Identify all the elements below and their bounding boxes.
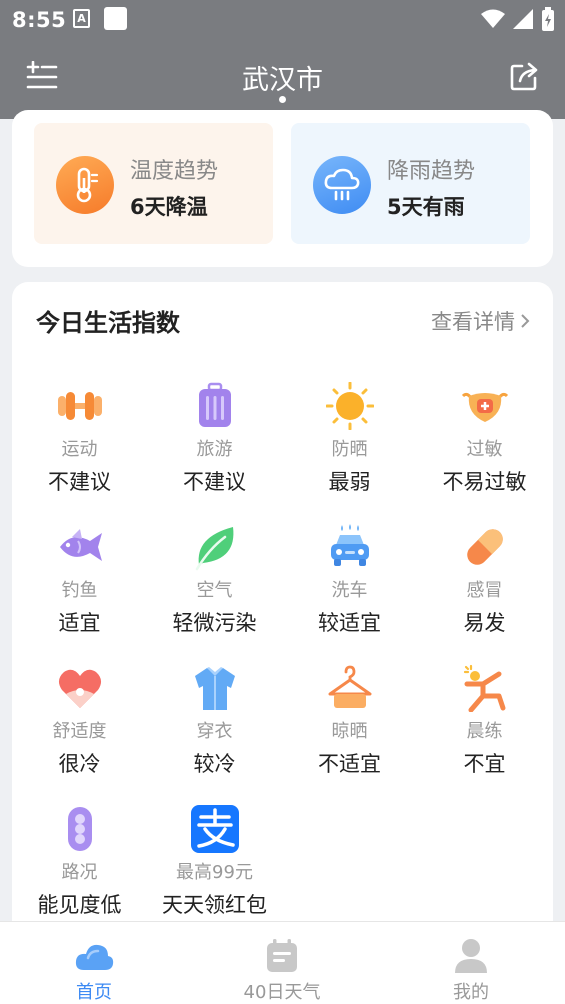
life-item-label: 舒适度 [52,721,107,742]
battery-icon [542,7,554,31]
life-item-value: 不易过敏 [442,470,527,494]
shirt-icon [191,664,239,712]
dumbbell-icon [56,382,104,430]
life-item-value: 轻微污染 [172,611,257,635]
life-item-value: 较适宜 [318,611,381,635]
calendar-icon [262,936,302,976]
rain-cloud-icon [313,156,371,214]
life-item-road[interactable]: 路况 能见度低 [12,805,147,919]
tab-home-label: 首页 [76,982,112,1003]
exercise-icon [461,664,509,712]
life-item-label: 晨练 [466,721,503,742]
life-item-air[interactable]: 空气 轻微污染 [147,523,282,637]
fish-icon [56,523,104,571]
life-item-value: 天天领红包 [162,893,267,917]
view-details-label: 查看详情 [431,310,515,334]
thermometer-icon [56,156,114,214]
life-item-label: 防晒 [331,439,368,460]
life-item-value: 不建议 [48,470,111,494]
user-icon [451,936,491,976]
status-indicators [481,7,555,31]
life-item-value: 易发 [463,611,506,635]
tab-mine[interactable]: 我的 [377,922,565,1004]
mask-icon [461,382,509,430]
heart-icon [56,664,104,712]
life-item-label: 晾晒 [331,721,368,742]
life-item-label: 空气 [196,580,233,601]
temperature-trend-value: 6天降温 [130,195,208,219]
chevron-right-icon [521,314,530,328]
share-icon [510,62,538,91]
car-wash-icon [326,523,374,571]
life-item-label: 路况 [61,862,98,883]
life-item-label: 过敏 [466,439,503,460]
notification-square-icon [104,7,127,30]
life-item-travel[interactable]: 旅游 不建议 [147,382,282,496]
leaf-icon [191,523,239,571]
share-button[interactable] [505,56,545,96]
life-item-value: 不建议 [183,470,246,494]
rain-trend-title: 降雨趋势 [387,159,476,184]
life-item-cold[interactable]: 感冒 易发 [417,523,552,637]
bottom-nav: 首页 40日天气 我的 [0,921,565,1004]
sun-icon [325,382,374,430]
tab-home[interactable]: 首页 [0,922,188,1004]
view-details-link[interactable]: 查看详情 [431,306,531,336]
notification-a-icon: A [73,9,90,28]
life-item-label: 洗车 [331,580,368,601]
alipay-icon [190,805,239,853]
trend-card: 温度趋势 6天降温 降雨趋势 5天有雨 [12,110,553,267]
life-index-title: 今日生活指数 [36,309,180,337]
life-item-label: 感冒 [466,580,503,601]
temperature-trend-title: 温度趋势 [130,159,219,184]
life-item-value: 能见度低 [37,893,122,917]
life-item-drying[interactable]: 晾晒 不适宜 [282,664,417,778]
page-indicator-dot [279,96,286,103]
life-item-carwash[interactable]: 洗车 较适宜 [282,523,417,637]
life-item-label: 最高99元 [176,862,253,883]
signal-icon [513,9,533,29]
life-item-red-packet[interactable]: 最高99元 天天领红包 [147,805,282,919]
life-item-sunscreen[interactable]: 防晒 最弱 [282,382,417,496]
life-item-value: 较冷 [193,752,236,776]
life-item-label: 钓鱼 [61,580,98,601]
life-item-value: 适宜 [58,611,101,635]
tab-40-day-weather[interactable]: 40日天气 [188,922,376,1004]
life-item-morning-exercise[interactable]: 晨练 不宜 [417,664,552,778]
life-item-fishing[interactable]: 钓鱼 适宜 [12,523,147,637]
life-index-card: 今日生活指数 查看详情 运动 不建议 旅游 不建议 防晒 最弱 过敏 不易过敏 … [12,282,553,982]
life-item-comfort[interactable]: 舒适度 很冷 [12,664,147,778]
cloud-icon [74,936,114,976]
life-item-label: 运动 [61,439,98,460]
life-item-sport[interactable]: 运动 不建议 [12,382,147,496]
rain-trend-value: 5天有雨 [387,195,465,219]
life-item-value: 最弱 [328,470,371,494]
life-item-allergy[interactable]: 过敏 不易过敏 [417,382,552,496]
hanger-icon [326,664,374,712]
tab-mine-label: 我的 [453,982,489,1003]
life-item-label: 旅游 [196,439,233,460]
suitcase-icon [191,382,239,430]
traffic-light-icon [56,805,104,853]
app-header: 武汉市 [0,40,565,119]
status-time: 8:55 [12,8,67,32]
life-item-label: 穿衣 [196,721,233,742]
city-title: 武汉市 [242,65,323,96]
tab-40-day-weather-label: 40日天气 [243,982,321,1003]
life-item-value: 不宜 [463,752,506,776]
life-item-value: 不适宜 [318,752,381,776]
pill-icon [461,523,509,571]
rain-trend-tile[interactable]: 降雨趋势 5天有雨 [291,123,530,244]
temperature-trend-tile[interactable]: 温度趋势 6天降温 [34,123,273,244]
life-item-clothing[interactable]: 穿衣 较冷 [147,664,282,778]
wifi-icon [481,9,505,28]
life-item-value: 很冷 [58,752,101,776]
status-bar: 8:55 A [0,0,565,40]
